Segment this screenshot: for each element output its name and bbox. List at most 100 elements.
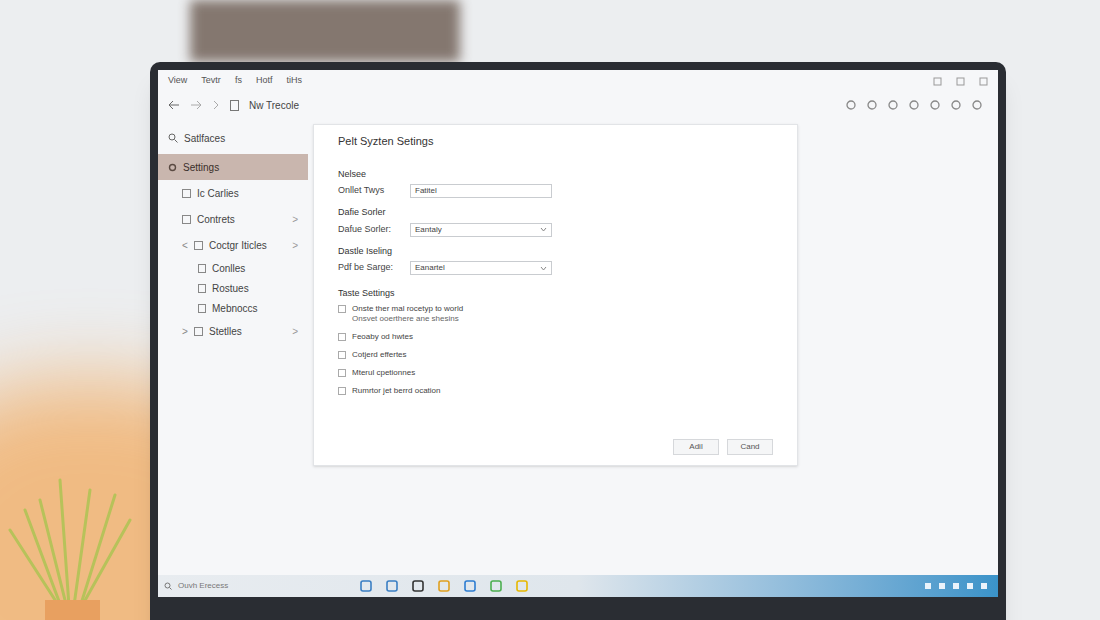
dropdown-arrow-icon — [540, 266, 547, 271]
field-heading: Nelsee — [338, 168, 773, 182]
folder-icon — [182, 215, 191, 224]
expand-toggle[interactable]: < — [182, 238, 188, 253]
dropdown[interactable]: Eantaly — [410, 223, 552, 237]
field-heading: Dafie Sorler — [338, 206, 773, 220]
clock-icon — [867, 100, 877, 110]
field-value: Eanartel — [415, 262, 540, 274]
checkbox-row[interactable]: Rumrtor jet berrd ocation — [338, 386, 773, 396]
window-controls — [933, 77, 988, 86]
sidebar: SatlfacesSettingsIc CarliesContrets><Coc… — [158, 124, 308, 575]
field-group: Nelsee Onllet Twys Fatitel — [338, 168, 773, 199]
address-path[interactable]: Nw Trecole — [249, 98, 299, 113]
checkbox-text: Feoaby od hwtes — [352, 332, 413, 342]
checkbox-row[interactable]: Mterul cpetionnes — [338, 368, 773, 378]
store-icon — [464, 580, 476, 592]
menu-item[interactable]: Tevtr — [201, 74, 221, 88]
expand-toggle[interactable]: > — [182, 324, 188, 339]
field-row: Onllet Twys Fatitel — [338, 184, 773, 198]
item-label: Rostues — [212, 281, 249, 296]
panel-title: Pelt Syzten Setings — [338, 133, 773, 150]
document-icon — [198, 304, 206, 313]
back-icon — [168, 100, 180, 110]
item-label: Mebnoccs — [212, 301, 258, 316]
checkbox-text: Onste ther mal rocetyp to worldOnsvet oo… — [352, 304, 463, 324]
menu-item[interactable]: View — [168, 74, 187, 88]
photos-icon — [490, 580, 502, 592]
chevron-icon — [212, 100, 220, 110]
document-icon — [198, 284, 206, 293]
forward-icon — [190, 100, 202, 110]
gear-icon — [168, 163, 177, 172]
settings-panel: Pelt Syzten Setings Nelsee Onllet Twys Fati… — [313, 124, 798, 466]
folder-icon — [194, 241, 203, 250]
folder-icon — [194, 327, 203, 336]
checkbox-sublabel: Onsvet ooerthere ane shesins — [352, 314, 463, 324]
settings-icon — [930, 100, 940, 110]
sidebar-item[interactable]: <Coctgr Iticles> — [158, 232, 308, 258]
cortana-icon — [412, 580, 424, 592]
minimize-icon — [933, 77, 942, 86]
field-label: Onllet Twys — [338, 184, 404, 198]
more-icon — [972, 100, 982, 110]
system-tray — [924, 582, 992, 590]
content: SatlfacesSettingsIc CarliesContrets><Coc… — [158, 118, 998, 575]
sidebar-subitem[interactable]: Conlles — [158, 258, 308, 278]
field-group: Dastle Iseling Pdf be Sarge:Eanartel — [338, 245, 773, 276]
taskbar-search[interactable]: Ouvh Erecess — [164, 580, 334, 592]
dropdown-arrow-icon — [540, 227, 547, 232]
menu-item[interactable]: tiHs — [286, 74, 302, 88]
search-placeholder: Ouvh Erecess — [178, 580, 228, 592]
sidebar-subitem[interactable]: Rostues — [158, 278, 308, 298]
field-heading: Dastle Iseling — [338, 245, 773, 259]
button-row: Adil Cand — [338, 439, 773, 455]
dialog-button[interactable]: Adil — [673, 439, 719, 455]
checkbox-label: Onste ther mal rocetyp to world — [352, 304, 463, 314]
checkbox[interactable] — [338, 305, 346, 313]
sidebar-search[interactable]: Satlfaces — [158, 124, 308, 152]
checkbox-label: Mterul cpetionnes — [352, 368, 415, 378]
checkbox-label: Rumrtor jet berrd ocation — [352, 386, 440, 396]
toolbar-icons — [846, 100, 988, 110]
sidebar-item[interactable]: Settings — [158, 154, 308, 180]
sidebar-subitem[interactable]: Mebnoccs — [158, 298, 308, 318]
checkbox[interactable] — [338, 387, 346, 395]
checkbox-row[interactable]: Cotjerd effertes — [338, 350, 773, 360]
item-label: Conlles — [212, 261, 245, 276]
menu-item[interactable]: fs — [235, 74, 242, 88]
sidebar-item[interactable]: Contrets> — [158, 206, 308, 232]
battery-icon — [952, 582, 960, 590]
pause-icon — [846, 100, 856, 110]
menu-item[interactable]: Hotf — [256, 74, 273, 88]
folder-icon — [182, 189, 191, 198]
checkbox-text: Mterul cpetionnes — [352, 368, 415, 378]
monitor: View Tevtrfs Hotf tiHs Nw Trecole SatlfacesSe… — [150, 62, 1006, 620]
taskbar: Ouvh Erecess — [158, 575, 998, 597]
text-field[interactable]: Fatitel — [410, 184, 552, 198]
menu-bar: View Tevtrfs Hotf tiHs — [158, 70, 998, 92]
sidebar-item[interactable]: Ic Carlies — [158, 180, 308, 206]
field-value: Eantaly — [415, 224, 540, 236]
page-icon — [230, 100, 239, 111]
checkbox[interactable] — [338, 333, 346, 341]
checkbox-row[interactable]: Onste ther mal rocetyp to worldOnsvet oo… — [338, 304, 773, 324]
spacer — [338, 404, 773, 440]
field-row: Pdf be Sarge:Eanartel — [338, 261, 773, 275]
item-label: Ic Carlies — [197, 186, 298, 201]
item-label: Contrets — [197, 212, 286, 227]
checkbox-row[interactable]: Feoaby od hwtes — [338, 332, 773, 342]
sidebar-item[interactable]: >Stetlles> — [158, 318, 308, 344]
checkbox[interactable] — [338, 351, 346, 359]
field-label: Dafue Sorler: — [338, 223, 404, 237]
checkbox[interactable] — [338, 369, 346, 377]
blurred-object — [190, 0, 460, 62]
checkbox-text: Cotjerd effertes — [352, 350, 407, 360]
screen: View Tevtrfs Hotf tiHs Nw Trecole SatlfacesSe… — [158, 70, 998, 597]
pen-icon — [360, 580, 372, 592]
chat-icon — [386, 580, 398, 592]
taskbar-apps — [360, 580, 528, 592]
search-icon — [168, 133, 178, 143]
dialog-button[interactable]: Cand — [727, 439, 773, 455]
dropdown[interactable]: Eanartel — [410, 261, 552, 275]
explorer-icon — [516, 580, 528, 592]
field-row: Dafue Sorler: Eantaly — [338, 223, 773, 237]
